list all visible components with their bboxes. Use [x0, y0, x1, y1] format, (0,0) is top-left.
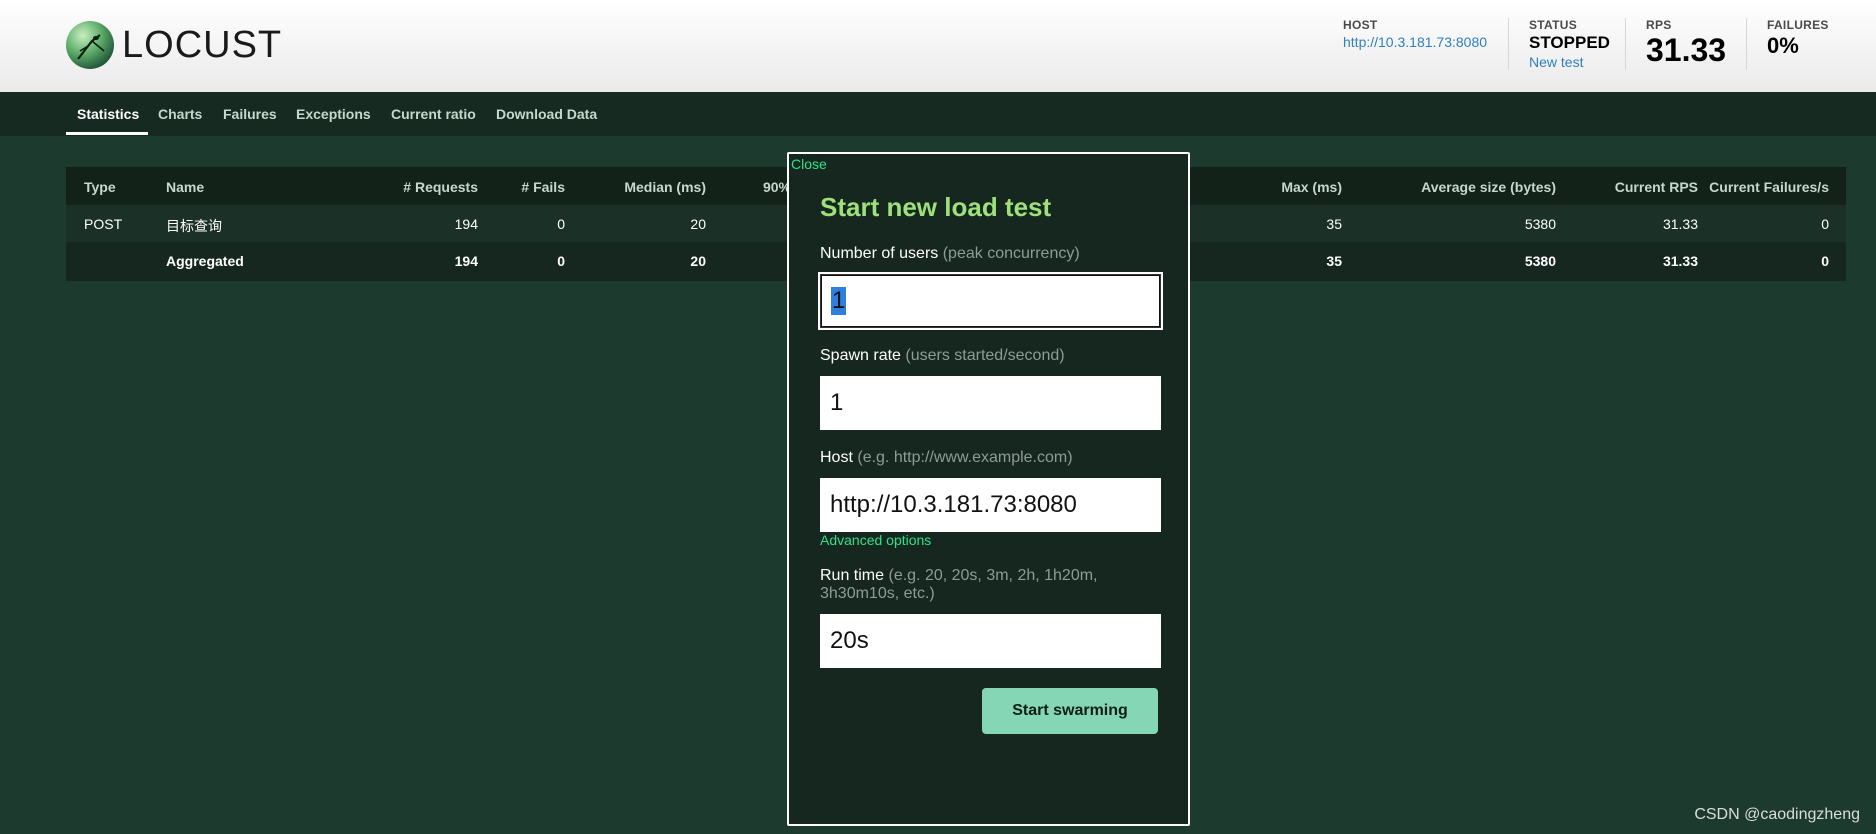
cell-max: 35	[1326, 253, 1342, 269]
tab-failures[interactable]: Failures	[223, 106, 277, 122]
start-swarming-button[interactable]: Start swarming	[982, 688, 1158, 734]
cell-requests: 194	[454, 216, 478, 232]
cell-avg-size: 5380	[1524, 253, 1556, 269]
tab-statistics[interactable]: Statistics	[77, 106, 139, 122]
failures-label: FAILURES	[1767, 18, 1829, 32]
close-link[interactable]: Close	[791, 156, 827, 172]
runtime-label-text: Run time	[820, 567, 885, 584]
column-header-current-rps[interactable]: Current RPS	[1615, 179, 1698, 195]
cell-median: 20	[690, 253, 706, 269]
tab-download-data[interactable]: Download Data	[496, 106, 597, 122]
top-bar: LOCUST HOST http://10.3.181.73:8080 STAT…	[0, 0, 1876, 92]
failures-value: 0%	[1767, 33, 1799, 58]
spawn-rate-input[interactable]: 1	[820, 376, 1161, 430]
column-header-median[interactable]: Median (ms)	[624, 179, 706, 195]
cell-fails: 0	[557, 253, 565, 269]
cell-current-failures: 0	[1821, 216, 1829, 232]
spawn-rate-label: Spawn rate (users started/second)	[820, 347, 1065, 365]
column-header-requests[interactable]: # Requests	[403, 179, 478, 195]
status-value: STOPPED	[1529, 33, 1610, 52]
tab-charts[interactable]: Charts	[158, 106, 202, 122]
run-time-label: Run time (e.g. 20, 20s, 3m, 2h, 1h20m, 3…	[820, 567, 1098, 603]
tab-bar: Statistics Charts Failures Exceptions Cu…	[0, 92, 1876, 136]
divider	[1508, 18, 1509, 70]
cell-median: 20	[690, 216, 706, 232]
active-tab-indicator	[66, 132, 148, 135]
host-input-value: http://10.3.181.73:8080	[830, 491, 1077, 518]
rps-label: RPS	[1646, 18, 1672, 32]
cell-type: POST	[84, 216, 123, 232]
runtime-hint-2: 3h30m10s, etc.)	[820, 585, 935, 602]
cell-avg-size: 5380	[1524, 216, 1556, 232]
tab-exceptions[interactable]: Exceptions	[296, 106, 371, 122]
runtime-hint: (e.g. 20, 20s, 3m, 2h, 1h20m,	[888, 567, 1098, 584]
column-header-max[interactable]: Max (ms)	[1281, 179, 1342, 195]
tab-current-ratio[interactable]: Current ratio	[391, 106, 476, 122]
users-hint: (peak concurrency)	[942, 245, 1080, 262]
new-test-link[interactable]: New test	[1529, 54, 1610, 70]
cell-current-failures: 0	[1821, 253, 1829, 269]
host-input[interactable]: http://10.3.181.73:8080	[820, 478, 1161, 532]
rps-stat: RPS 31.33	[1646, 18, 1726, 69]
spawn-rate-value: 1	[830, 389, 844, 416]
cell-current-rps: 31.33	[1662, 216, 1698, 232]
cell-current-rps: 31.33	[1662, 253, 1698, 269]
column-header-name[interactable]: Name	[166, 179, 204, 195]
status-label: STATUS	[1529, 18, 1578, 32]
host-link[interactable]: http://10.3.181.73:8080	[1343, 34, 1487, 50]
column-header-fails[interactable]: # Fails	[521, 179, 565, 195]
rps-value: 31.33	[1646, 32, 1727, 68]
host-hint: (e.g. http://www.example.com)	[857, 449, 1073, 466]
cell-requests: 194	[454, 253, 478, 269]
column-header-current-failures[interactable]: Current Failures/s	[1709, 179, 1829, 195]
watermark: CSDN @caodingzheng	[1694, 806, 1860, 823]
cell-name: Aggregated	[166, 253, 244, 269]
host-stat: HOST http://10.3.181.73:8080	[1343, 18, 1487, 50]
cell-fails: 0	[557, 216, 565, 232]
host-label-text: Host	[820, 449, 853, 466]
locust-logo-icon	[66, 21, 114, 69]
spawn-hint: (users started/second)	[905, 347, 1065, 364]
status-stat: STATUS STOPPED New test	[1529, 18, 1610, 70]
cell-max: 35	[1326, 216, 1342, 232]
run-time-input[interactable]: 20s	[820, 614, 1161, 668]
column-header-avg-size[interactable]: Average size (bytes)	[1421, 179, 1556, 195]
users-input-value: 1	[831, 287, 847, 315]
failures-stat: FAILURES 0%	[1767, 18, 1829, 59]
start-test-dialog: Close Start new load test Number of user…	[787, 152, 1190, 826]
column-header-type[interactable]: Type	[84, 179, 116, 195]
users-label-text: Number of users	[820, 245, 939, 262]
cell-name: 目标查询	[166, 218, 222, 234]
advanced-options-link[interactable]: Advanced options	[820, 532, 931, 548]
run-time-value: 20s	[830, 627, 869, 654]
host-label: HOST	[1343, 18, 1378, 32]
users-label: Number of users (peak concurrency)	[820, 245, 1080, 263]
users-input[interactable]: 1	[818, 272, 1163, 330]
host-field-label: Host (e.g. http://www.example.com)	[820, 449, 1073, 467]
dialog-title: Start new load test	[820, 192, 1052, 222]
divider	[1625, 18, 1626, 70]
spawn-label-text: Spawn rate	[820, 347, 901, 364]
logo-text: LOCUST	[122, 23, 283, 66]
divider	[1746, 18, 1747, 70]
locust-logo[interactable]: LOCUST	[66, 21, 282, 69]
